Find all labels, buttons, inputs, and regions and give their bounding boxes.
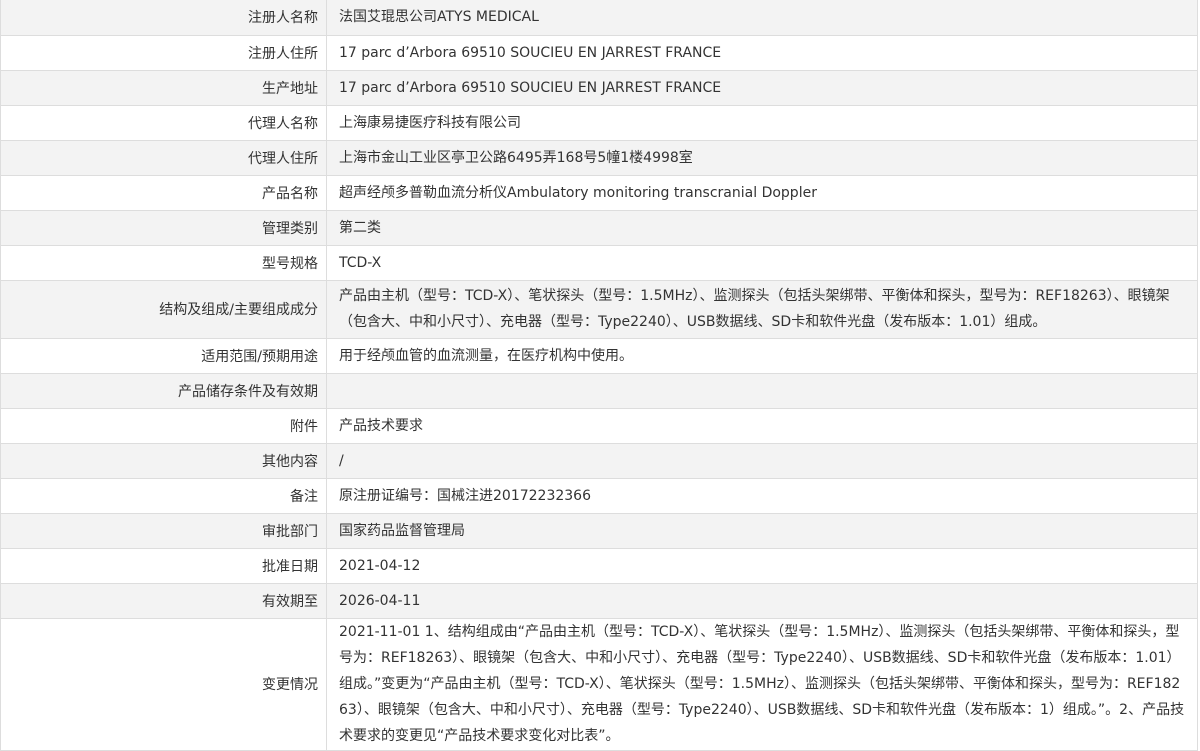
row-change-history: 变更情况 2021-11-01 1、结构组成由“产品由主机（型号：TCD-X）、… xyxy=(0,617,1198,751)
intended-use-label: 适用范围/预期用途 xyxy=(0,337,327,374)
storage-validity-label: 产品储存条件及有效期 xyxy=(0,372,327,409)
remarks-value: 原注册证编号：国械注进20172232366 xyxy=(326,477,1198,514)
row-management-category: 管理类别 第二类 xyxy=(0,209,1198,246)
row-approval-department: 审批部门 国家药品监督管理局 xyxy=(0,512,1198,549)
registrant-address-label: 注册人住所 xyxy=(0,34,327,71)
row-registrant-name: 注册人名称 法国艾琨思公司ATYS MEDICAL xyxy=(0,0,1198,36)
row-storage-validity: 产品储存条件及有效期 xyxy=(0,372,1198,409)
attachment-label: 附件 xyxy=(0,407,327,444)
attachment-value: 产品技术要求 xyxy=(326,407,1198,444)
agent-name-value: 上海康易捷医疗科技有限公司 xyxy=(326,104,1198,141)
agent-address-label: 代理人住所 xyxy=(0,139,327,176)
row-registrant-address: 注册人住所 17 parc d’Arbora 69510 SOUCIEU EN … xyxy=(0,34,1198,71)
registrant-name-value: 法国艾琨思公司ATYS MEDICAL xyxy=(326,0,1198,36)
registrant-address-value: 17 parc d’Arbora 69510 SOUCIEU EN JARRES… xyxy=(326,34,1198,71)
structure-composition-value: 产品由主机（型号：TCD-X）、笔状探头（型号：1.5MHz）、监测探头（包括头… xyxy=(326,279,1198,339)
management-category-value: 第二类 xyxy=(326,209,1198,246)
row-model-spec: 型号规格 TCD-X xyxy=(0,244,1198,281)
row-other-content: 其他内容 / xyxy=(0,442,1198,479)
management-category-label: 管理类别 xyxy=(0,209,327,246)
product-name-value: 超声经颅多普勒血流分析仪Ambulatory monitoring transc… xyxy=(326,174,1198,211)
other-content-value: / xyxy=(326,442,1198,479)
row-attachment: 附件 产品技术要求 xyxy=(0,407,1198,444)
change-history-label: 变更情况 xyxy=(0,617,327,751)
production-address-label: 生产地址 xyxy=(0,69,327,106)
model-spec-label: 型号规格 xyxy=(0,244,327,281)
storage-validity-value xyxy=(326,372,1198,409)
valid-until-value: 2026-04-11 xyxy=(326,582,1198,619)
registrant-name-label: 注册人名称 xyxy=(0,0,327,36)
row-approval-date: 批准日期 2021-04-12 xyxy=(0,547,1198,584)
valid-until-label: 有效期至 xyxy=(0,582,327,619)
row-product-name: 产品名称 超声经颅多普勒血流分析仪Ambulatory monitoring t… xyxy=(0,174,1198,211)
approval-department-label: 审批部门 xyxy=(0,512,327,549)
remarks-label: 备注 xyxy=(0,477,327,514)
row-structure-composition: 结构及组成/主要组成成分 产品由主机（型号：TCD-X）、笔状探头（型号：1.5… xyxy=(0,279,1198,339)
product-name-label: 产品名称 xyxy=(0,174,327,211)
registration-detail-table: 注册人名称 法国艾琨思公司ATYS MEDICAL 注册人住所 17 parc … xyxy=(0,0,1198,751)
row-agent-name: 代理人名称 上海康易捷医疗科技有限公司 xyxy=(0,104,1198,141)
production-address-value: 17 parc d’Arbora 69510 SOUCIEU EN JARRES… xyxy=(326,69,1198,106)
row-agent-address: 代理人住所 上海市金山工业区亭卫公路6495弄168号5幢1楼4998室 xyxy=(0,139,1198,176)
row-valid-until: 有效期至 2026-04-11 xyxy=(0,582,1198,619)
intended-use-value: 用于经颅血管的血流测量，在医疗机构中使用。 xyxy=(326,337,1198,374)
row-intended-use: 适用范围/预期用途 用于经颅血管的血流测量，在医疗机构中使用。 xyxy=(0,337,1198,374)
other-content-label: 其他内容 xyxy=(0,442,327,479)
agent-address-value: 上海市金山工业区亭卫公路6495弄168号5幢1楼4998室 xyxy=(326,139,1198,176)
approval-date-label: 批准日期 xyxy=(0,547,327,584)
approval-department-value: 国家药品监督管理局 xyxy=(326,512,1198,549)
approval-date-value: 2021-04-12 xyxy=(326,547,1198,584)
structure-composition-label: 结构及组成/主要组成成分 xyxy=(0,279,327,339)
row-remarks: 备注 原注册证编号：国械注进20172232366 xyxy=(0,477,1198,514)
model-spec-value: TCD-X xyxy=(326,244,1198,281)
change-history-value: 2021-11-01 1、结构组成由“产品由主机（型号：TCD-X）、笔状探头（… xyxy=(326,617,1198,751)
agent-name-label: 代理人名称 xyxy=(0,104,327,141)
row-production-address: 生产地址 17 parc d’Arbora 69510 SOUCIEU EN J… xyxy=(0,69,1198,106)
